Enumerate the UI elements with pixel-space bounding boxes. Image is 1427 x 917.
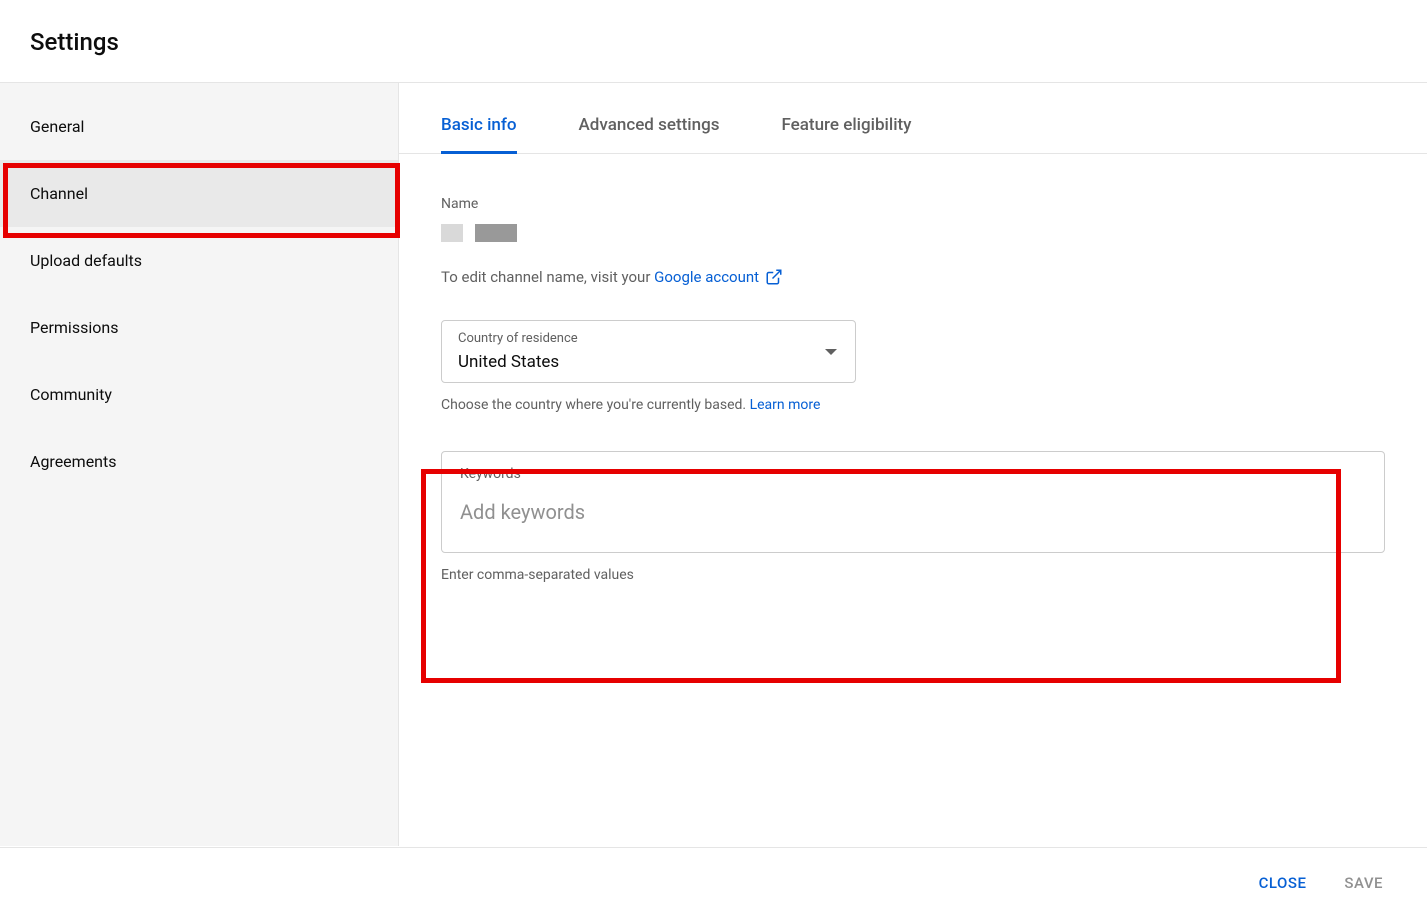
country-helper-text: Choose the country where you're currentl… [441,397,750,413]
tab-label: Basic info [441,115,517,135]
sidebar-item-upload-defaults[interactable]: Upload defaults [0,227,398,294]
keywords-helper: Enter comma-separated values [441,567,1385,583]
name-label: Name [441,196,1385,212]
redacted-text [475,224,517,242]
close-button[interactable]: CLOSE [1255,866,1311,900]
sidebar-item-label: General [30,117,84,136]
sidebar-item-agreements[interactable]: Agreements [0,428,398,495]
country-value: United States [458,352,839,372]
country-select[interactable]: Country of residence United States [441,320,856,383]
sidebar-item-permissions[interactable]: Permissions [0,294,398,361]
save-button[interactable]: SAVE [1340,866,1387,900]
tab-label: Feature eligibility [781,115,911,135]
country-learn-more-link[interactable]: Learn more [750,397,821,413]
keywords-input[interactable] [460,500,1366,524]
edit-name-instruction: To edit channel name, visit your Google … [441,268,1385,286]
main-panel: Basic info Advanced settings Feature eli… [399,83,1427,846]
sidebar-item-label: Agreements [30,452,117,471]
page-title: Settings [30,28,1397,56]
keywords-field[interactable]: Keywords [441,451,1385,553]
sidebar-item-label: Permissions [30,318,118,337]
tab-advanced-settings[interactable]: Advanced settings [579,115,720,153]
tab-basic-info[interactable]: Basic info [441,115,517,153]
edit-name-prefix: To edit channel name, visit your [441,268,654,286]
basic-info-panel: Name To edit channel name, visit your Go… [399,154,1427,583]
sidebar-item-general[interactable]: General [0,93,398,160]
keywords-label: Keywords [460,466,1366,482]
sidebar-item-label: Community [30,385,112,404]
google-account-link[interactable]: Google account [654,268,783,286]
link-text: Google account [654,268,759,286]
tab-label: Advanced settings [579,115,720,135]
sidebar-item-channel[interactable]: Channel [0,160,398,227]
country-label: Country of residence [458,331,839,346]
channel-name-value [441,224,1385,242]
external-link-icon [765,268,783,286]
settings-sidebar: General Channel Upload defaults Permissi… [0,83,399,846]
sidebar-item-label: Upload defaults [30,251,142,270]
redacted-text [441,224,463,242]
settings-header: Settings [0,0,1427,83]
sidebar-item-community[interactable]: Community [0,361,398,428]
country-helper: Choose the country where you're currentl… [441,397,1385,413]
sidebar-item-label: Channel [30,184,88,203]
tabs-row: Basic info Advanced settings Feature eli… [399,83,1427,154]
tab-feature-eligibility[interactable]: Feature eligibility [781,115,911,153]
chevron-down-icon [825,349,837,355]
dialog-footer: CLOSE SAVE [0,847,1427,917]
